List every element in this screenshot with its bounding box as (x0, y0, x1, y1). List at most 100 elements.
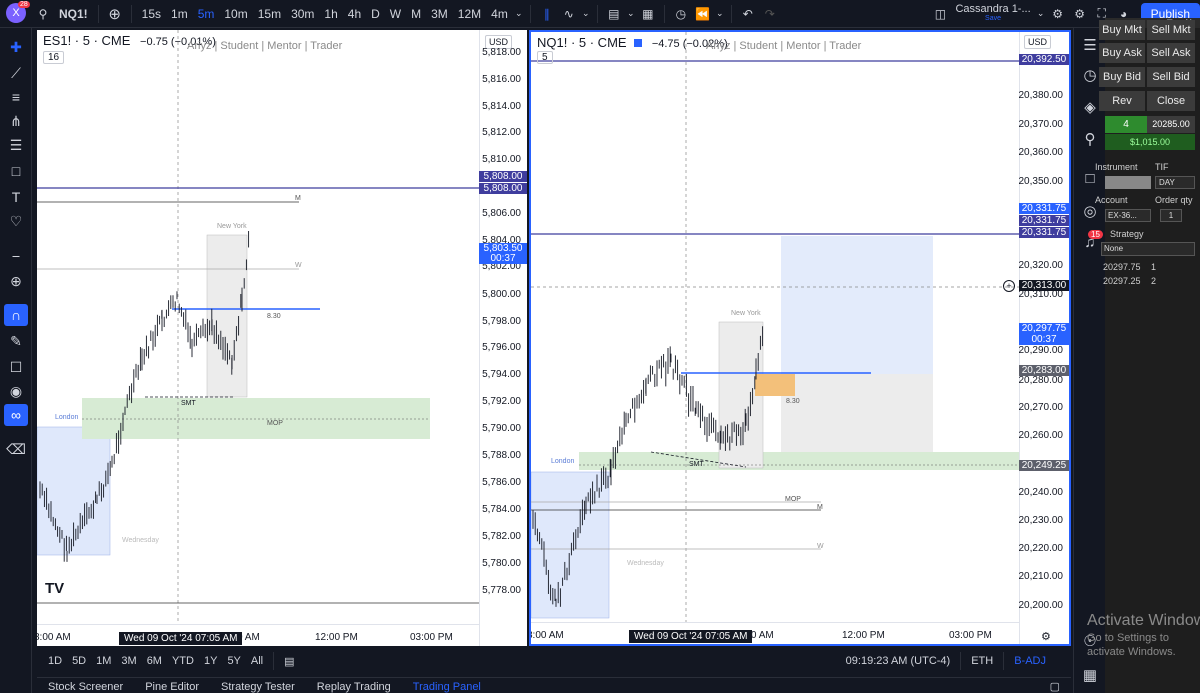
trash-icon[interactable]: ⌫ (4, 438, 28, 460)
crosshair-icon[interactable]: ✚ (4, 36, 28, 58)
collapse-panel-icon[interactable]: ▢ (1039, 680, 1071, 693)
buy-mkt-button[interactable]: Buy Mkt (1099, 20, 1145, 40)
lock-icon[interactable]: ☐ (4, 356, 28, 378)
settings-icon[interactable]: ⚙ (1041, 630, 1051, 643)
zoom-icon[interactable]: ⊕ (4, 270, 28, 292)
add-symbol-icon[interactable]: ⊕ (104, 3, 126, 25)
eye-icon[interactable]: ◉ (4, 380, 28, 402)
tab-trading-panel[interactable]: Trading Panel (402, 681, 492, 693)
chevron-down-icon[interactable]: ⌄ (580, 3, 592, 25)
sell-bid-button[interactable]: Sell Bid (1147, 67, 1195, 87)
fib-icon[interactable]: ☰ (4, 134, 28, 156)
app-logo[interactable]: X 28 (6, 0, 32, 25)
undo-icon[interactable]: ↶ (737, 3, 759, 25)
range-6m[interactable]: 6M (142, 655, 167, 667)
horizontal-lines-icon[interactable]: ≡ (4, 86, 28, 108)
layout-panel-icon[interactable]: ◫ (929, 3, 951, 25)
chart-canvas-nq[interactable]: M W MOP 8.30 SMT London New York Wednesday (531, 32, 1069, 644)
pane-symbol[interactable]: NQ1! · 5 · CME (537, 35, 627, 50)
range-ytd[interactable]: YTD (167, 655, 199, 667)
chevron-down-icon[interactable]: ⌄ (513, 3, 525, 25)
quick-search-icon[interactable]: ⚙ (1047, 3, 1069, 25)
layout-name[interactable]: Cassandra 1-... Save (951, 3, 1034, 24)
search-icon[interactable]: ⚲ (32, 3, 54, 25)
time-axis[interactable]: 8:00 AM 0:00 AM 12:00 PM 03:00 PM Wed 09… (531, 622, 1019, 644)
chevron-down-icon[interactable]: ⌄ (714, 3, 726, 25)
sell-mkt-button[interactable]: Sell Mkt (1147, 20, 1195, 40)
watchlist-icon[interactable]: ☰ (1080, 36, 1100, 56)
time-axis[interactable]: 8:00 AM 0 AM 12:00 PM 03:00 PM Wed 09 Oc… (37, 624, 479, 646)
strategy-select[interactable]: None (1101, 242, 1195, 256)
heart-icon[interactable]: ♡ (4, 210, 28, 232)
range-5y[interactable]: 5Y (222, 655, 245, 667)
interval-3m[interactable]: 3M (426, 7, 453, 21)
sync-drawings-icon[interactable]: ∞ (4, 404, 28, 426)
session-toggle[interactable]: ETH (966, 655, 998, 667)
tif-select[interactable]: DAY (1155, 176, 1195, 189)
replay-icon[interactable]: ⏪ (692, 3, 714, 25)
interval-w[interactable]: W (385, 7, 406, 21)
indicator-count[interactable]: 5 (537, 51, 553, 64)
symbol-search[interactable]: NQ1! (54, 7, 93, 21)
chart-pane-es[interactable]: M W 8.30 SMT MOP London New York Wednesday ES1!… (37, 30, 527, 646)
interval-10m[interactable]: 10m (219, 7, 252, 21)
interval-1h[interactable]: 1h (319, 7, 342, 21)
pitchfork-icon[interactable]: ⋔ (4, 110, 28, 132)
tab-replay-trading[interactable]: Replay Trading (306, 681, 402, 693)
layers-icon[interactable]: ◈ (1080, 98, 1100, 118)
ruler-icon[interactable]: ⎯ (4, 244, 28, 266)
line-chart-icon[interactable]: ∿ (558, 3, 580, 25)
interval-4h[interactable]: 4h (343, 7, 366, 21)
gear-icon[interactable]: ⚙ (1069, 3, 1091, 25)
interval-1m[interactable]: 1m (166, 7, 193, 21)
pane-symbol[interactable]: ES1! · 5 · CME (43, 33, 130, 48)
trend-line-icon[interactable]: ⟋ (4, 62, 28, 84)
tab-pine-editor[interactable]: Pine Editor (134, 681, 210, 693)
flag-icon[interactable] (634, 39, 643, 47)
alerts-clock-icon[interactable]: ◷ (1080, 66, 1100, 86)
chart-type-bars-icon[interactable]: ∥ (536, 3, 558, 25)
buy-ask-button[interactable]: Buy Ask (1099, 43, 1145, 63)
chat-icon[interactable]: □ (1080, 170, 1100, 190)
instrument-select[interactable] (1105, 176, 1151, 189)
interval-5m[interactable]: 5m (193, 7, 220, 21)
alert-icon[interactable]: ◷ (670, 3, 692, 25)
sell-ask-button[interactable]: Sell Ask (1147, 43, 1195, 63)
chevron-down-icon[interactable]: ⌄ (1035, 3, 1047, 25)
range-1m[interactable]: 1M (91, 655, 116, 667)
tab-stock-screener[interactable]: Stock Screener (37, 681, 134, 693)
chart-canvas-es[interactable]: M W 8.30 SMT MOP London New York Wednesday (37, 30, 527, 646)
price-axis[interactable]: USD 5,818.00 5,816.00 5,814.00 5,812.00 … (479, 30, 527, 646)
interval-30m[interactable]: 30m (286, 7, 319, 21)
ideas-bulb-icon[interactable]: ⚲ (1080, 130, 1100, 150)
text-icon[interactable]: T (4, 186, 28, 208)
lock-drawing-icon[interactable]: ✎ (4, 330, 28, 352)
interval-m[interactable]: M (406, 7, 426, 21)
currency-label[interactable]: USD (1024, 35, 1052, 49)
account-select[interactable]: EX-36... (1105, 209, 1151, 222)
tab-strategy-tester[interactable]: Strategy Tester (210, 681, 306, 693)
chart-pane-nq[interactable]: M W MOP 8.30 SMT London New York Wednesday NQ1!… (529, 30, 1071, 646)
magnet-icon[interactable]: ∩ (4, 304, 28, 326)
layout-grid-icon[interactable]: ▦ (637, 3, 659, 25)
goto-date-icon[interactable]: ▤ (279, 655, 299, 668)
range-3m[interactable]: 3M (116, 655, 141, 667)
buy-bid-button[interactable]: Buy Bid (1099, 67, 1145, 87)
price-axis[interactable]: USD 20,380.00 20,370.00 20,360.00 20,350… (1019, 32, 1069, 644)
indicator-count[interactable]: 16 (43, 51, 65, 64)
interval-d[interactable]: D (366, 7, 385, 21)
redo-icon[interactable]: ↷ (759, 3, 781, 25)
range-5d[interactable]: 5D (67, 655, 91, 667)
range-1d[interactable]: 1D (43, 655, 67, 667)
close-position-button[interactable]: Close (1147, 91, 1195, 111)
chevron-down-icon[interactable]: ⌄ (625, 3, 637, 25)
order-qty-input[interactable]: 1 (1160, 209, 1182, 222)
range-all[interactable]: All (246, 655, 268, 667)
interval-4m[interactable]: 4m (486, 7, 513, 21)
rectangle-icon[interactable]: □ (4, 160, 28, 182)
add-alert-icon[interactable]: + (1003, 280, 1015, 292)
indicators-icon[interactable]: ▤ (603, 3, 625, 25)
interval-12m[interactable]: 12M (453, 7, 486, 21)
broadcast-icon[interactable]: ◎ (1080, 202, 1100, 222)
range-1y[interactable]: 1Y (199, 655, 222, 667)
